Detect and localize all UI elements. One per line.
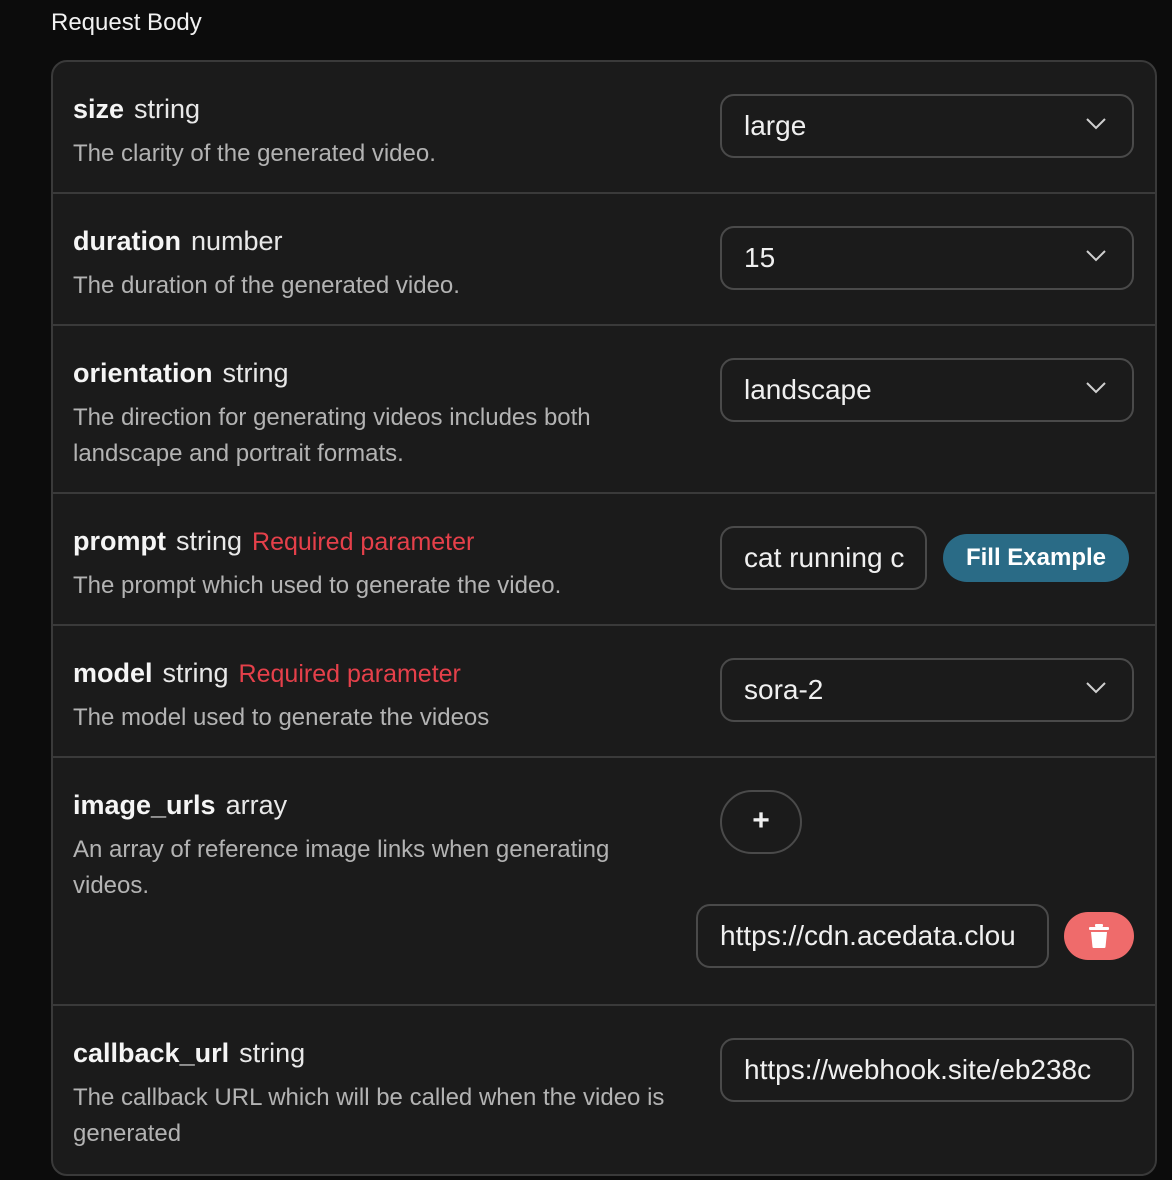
chevron-down-icon	[1086, 382, 1106, 394]
size-select-value: large	[744, 110, 807, 141]
param-header: model string Required parameter	[73, 656, 461, 691]
param-row-orientation: orientation string The direction for gene…	[53, 324, 1155, 492]
param-name: size	[73, 94, 125, 124]
request-body-page: Request Body size string The clarity of t…	[0, 0, 1172, 1180]
orientation-select[interactable]: landscape	[720, 358, 1134, 422]
callback-url-value: https://webhook.site/eb238c	[744, 1054, 1092, 1085]
duration-select-value: 15	[744, 242, 776, 273]
param-name: orientation	[73, 358, 213, 388]
required-badge: Required parameter	[252, 528, 475, 556]
param-header: duration number	[73, 224, 283, 258]
param-type: string	[175, 526, 243, 556]
param-row-model: model string Required parameter The model …	[53, 624, 1155, 756]
param-name: image_urls	[73, 790, 216, 820]
required-badge: Required parameter	[238, 660, 461, 688]
fill-example-button[interactable]: Fill Example	[943, 534, 1129, 582]
param-header: callback_url string	[73, 1036, 305, 1070]
param-row-callback-url: callback_url string The callback URL whic…	[53, 1004, 1155, 1174]
param-description: An array of reference image links when g…	[73, 836, 610, 899]
param-description: The direction for generating videos incl…	[73, 404, 591, 467]
section-title: Request Body	[51, 9, 202, 36]
chevron-down-icon	[1086, 250, 1106, 262]
params-panel: size string The clarity of the generated …	[51, 60, 1157, 1176]
param-row-image-urls: image_urls array An array of reference im…	[53, 756, 1155, 1004]
param-type: number	[191, 226, 283, 256]
prompt-input-value: cat running c	[744, 542, 905, 573]
param-header: size string	[73, 92, 200, 126]
chevron-down-icon	[1086, 118, 1106, 130]
param-row-duration: duration number The duration of the gener…	[53, 192, 1155, 324]
prompt-input[interactable]: cat running c	[720, 526, 927, 590]
orientation-select-value: landscape	[744, 374, 872, 405]
duration-select[interactable]: 15	[720, 226, 1134, 290]
trash-icon	[1089, 924, 1109, 948]
param-type: string	[162, 658, 229, 688]
param-row-size: size string The clarity of the generated …	[53, 62, 1155, 192]
param-description: The duration of the generated video.	[73, 272, 460, 299]
param-description: The prompt which used to generate the vi…	[73, 572, 562, 599]
add-item-button[interactable]: +	[720, 790, 802, 854]
param-name: callback_url	[73, 1038, 230, 1068]
param-type: array	[225, 790, 288, 820]
param-name: duration	[73, 226, 181, 256]
callback-url-input[interactable]: https://webhook.site/eb238c	[720, 1038, 1134, 1102]
param-type: string	[222, 358, 289, 388]
chevron-down-icon	[1086, 682, 1106, 694]
param-header: image_urls array	[73, 788, 287, 822]
size-select[interactable]: large	[720, 94, 1134, 158]
param-description: The clarity of the generated video.	[73, 140, 436, 167]
model-select[interactable]: sora-2	[720, 658, 1134, 722]
param-type: string	[239, 1038, 306, 1068]
param-description: The callback URL which will be called wh…	[73, 1084, 665, 1147]
param-header: orientation string	[73, 356, 289, 390]
param-header: prompt string Required parameter	[73, 524, 474, 559]
param-name: model	[73, 658, 153, 688]
param-type: string	[134, 94, 201, 124]
delete-item-button[interactable]	[1064, 912, 1134, 960]
param-row-prompt: prompt string Required parameter The promp…	[53, 492, 1155, 624]
model-select-value: sora-2	[744, 674, 824, 705]
param-name: prompt	[73, 526, 166, 556]
image-url-value: https://cdn.acedata.clou	[720, 920, 1016, 951]
image-url-input[interactable]: https://cdn.acedata.clou	[696, 904, 1049, 968]
param-description: The model used to generate the videos	[73, 704, 490, 731]
